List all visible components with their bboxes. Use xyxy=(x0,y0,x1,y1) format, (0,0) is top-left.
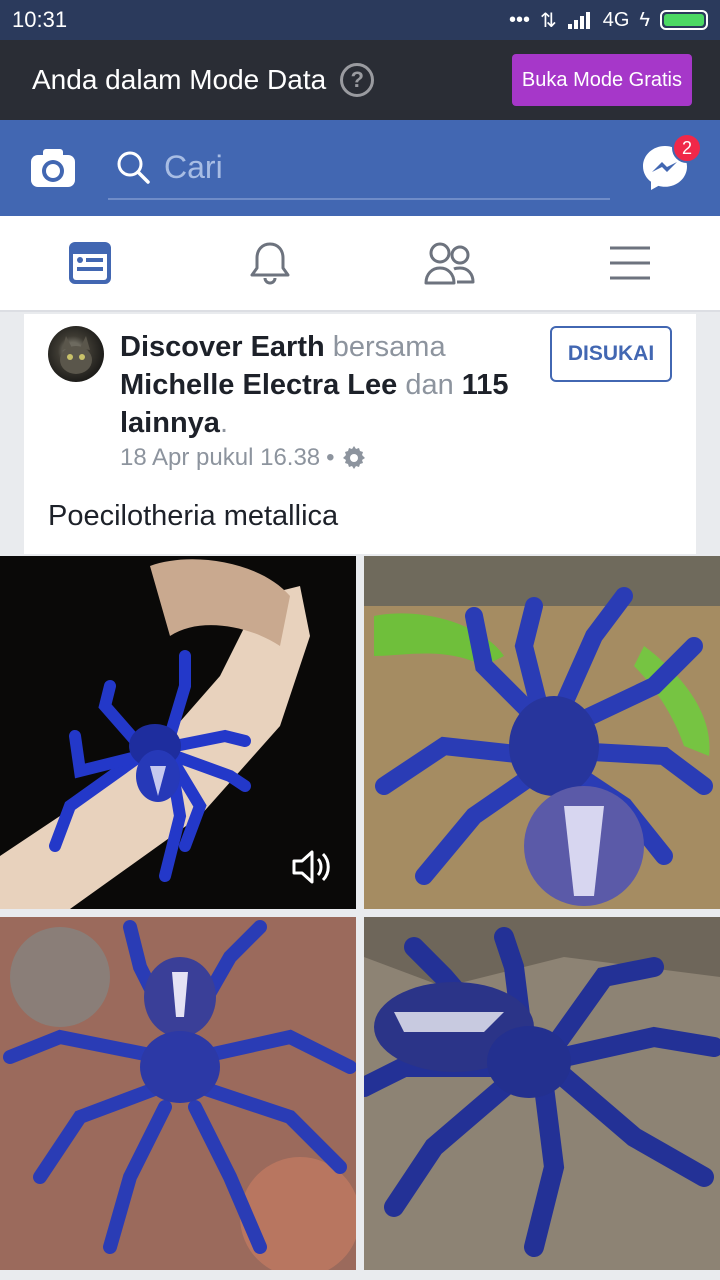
post-video[interactable] xyxy=(0,556,356,909)
feed-post: Discover Earth bersama Michelle Electra … xyxy=(24,314,696,554)
post-photo[interactable] xyxy=(364,556,720,909)
spider-on-straw-image xyxy=(364,556,720,909)
sound-icon[interactable] xyxy=(290,845,334,889)
camera-icon[interactable] xyxy=(28,143,78,193)
meta-separator: • xyxy=(326,444,335,471)
period: . xyxy=(219,407,228,439)
messenger-badge: 2 xyxy=(672,133,702,163)
search-input[interactable]: Cari xyxy=(108,136,610,200)
menu-icon xyxy=(610,246,650,280)
tab-menu[interactable] xyxy=(540,216,720,310)
post-photo[interactable] xyxy=(364,917,720,1270)
app-header: Cari 2 xyxy=(0,120,720,216)
liked-button[interactable]: DISUKAI xyxy=(550,326,672,382)
data-mode-text: Anda dalam Mode Data xyxy=(32,64,327,95)
signal-icon xyxy=(567,12,590,29)
help-icon[interactable]: ? xyxy=(340,63,375,97)
search-icon xyxy=(117,151,150,184)
gear-icon xyxy=(342,446,365,469)
data-mode-bar: Anda dalam Mode Data ? Buka Mode Gratis xyxy=(0,40,720,120)
messenger-button[interactable]: 2 xyxy=(640,133,702,193)
post-caption: Poecilotheria metallica xyxy=(48,500,339,532)
more-dots-icon: ••• xyxy=(508,8,530,31)
news-feed-icon xyxy=(69,242,111,284)
post-time[interactable]: 18 Apr pukul 16.38 xyxy=(120,444,320,472)
bell-icon xyxy=(250,242,290,285)
cat-avatar-icon xyxy=(60,336,92,374)
status-bar: 10:31 ••• ⇅ 4G ϟ xyxy=(0,0,720,40)
network-type: 4G xyxy=(602,8,630,31)
post-photo[interactable] xyxy=(0,917,356,1270)
battery-icon xyxy=(660,10,708,30)
data-mode-notice: Anda dalam Mode Data ? xyxy=(32,63,375,97)
and-text: dan xyxy=(405,369,454,401)
data-arrows-icon: ⇅ xyxy=(539,9,557,32)
spider-on-bark-image xyxy=(364,917,720,1270)
post-meta: 18 Apr pukul 16.38 • xyxy=(120,444,367,472)
tab-friends[interactable] xyxy=(360,216,540,310)
tab-notifications[interactable] xyxy=(180,216,360,310)
tagged-name[interactable]: Michelle Electra Lee xyxy=(120,369,397,401)
tab-bar xyxy=(0,216,720,312)
search-placeholder: Cari xyxy=(164,148,223,185)
spider-on-rock-image xyxy=(0,917,356,1270)
charging-icon: ϟ xyxy=(639,8,650,31)
with-text: bersama xyxy=(332,331,446,363)
tab-news-feed[interactable] xyxy=(0,216,180,310)
status-time: 10:31 xyxy=(12,7,68,32)
status-icons: ••• ⇅ 4G ϟ xyxy=(509,8,708,33)
friends-icon xyxy=(424,242,475,285)
avatar[interactable] xyxy=(48,326,104,382)
free-mode-button[interactable]: Buka Mode Gratis xyxy=(511,54,692,106)
page-name[interactable]: Discover Earth xyxy=(120,331,325,363)
post-header: Discover Earth bersama Michelle Electra … xyxy=(120,328,530,442)
